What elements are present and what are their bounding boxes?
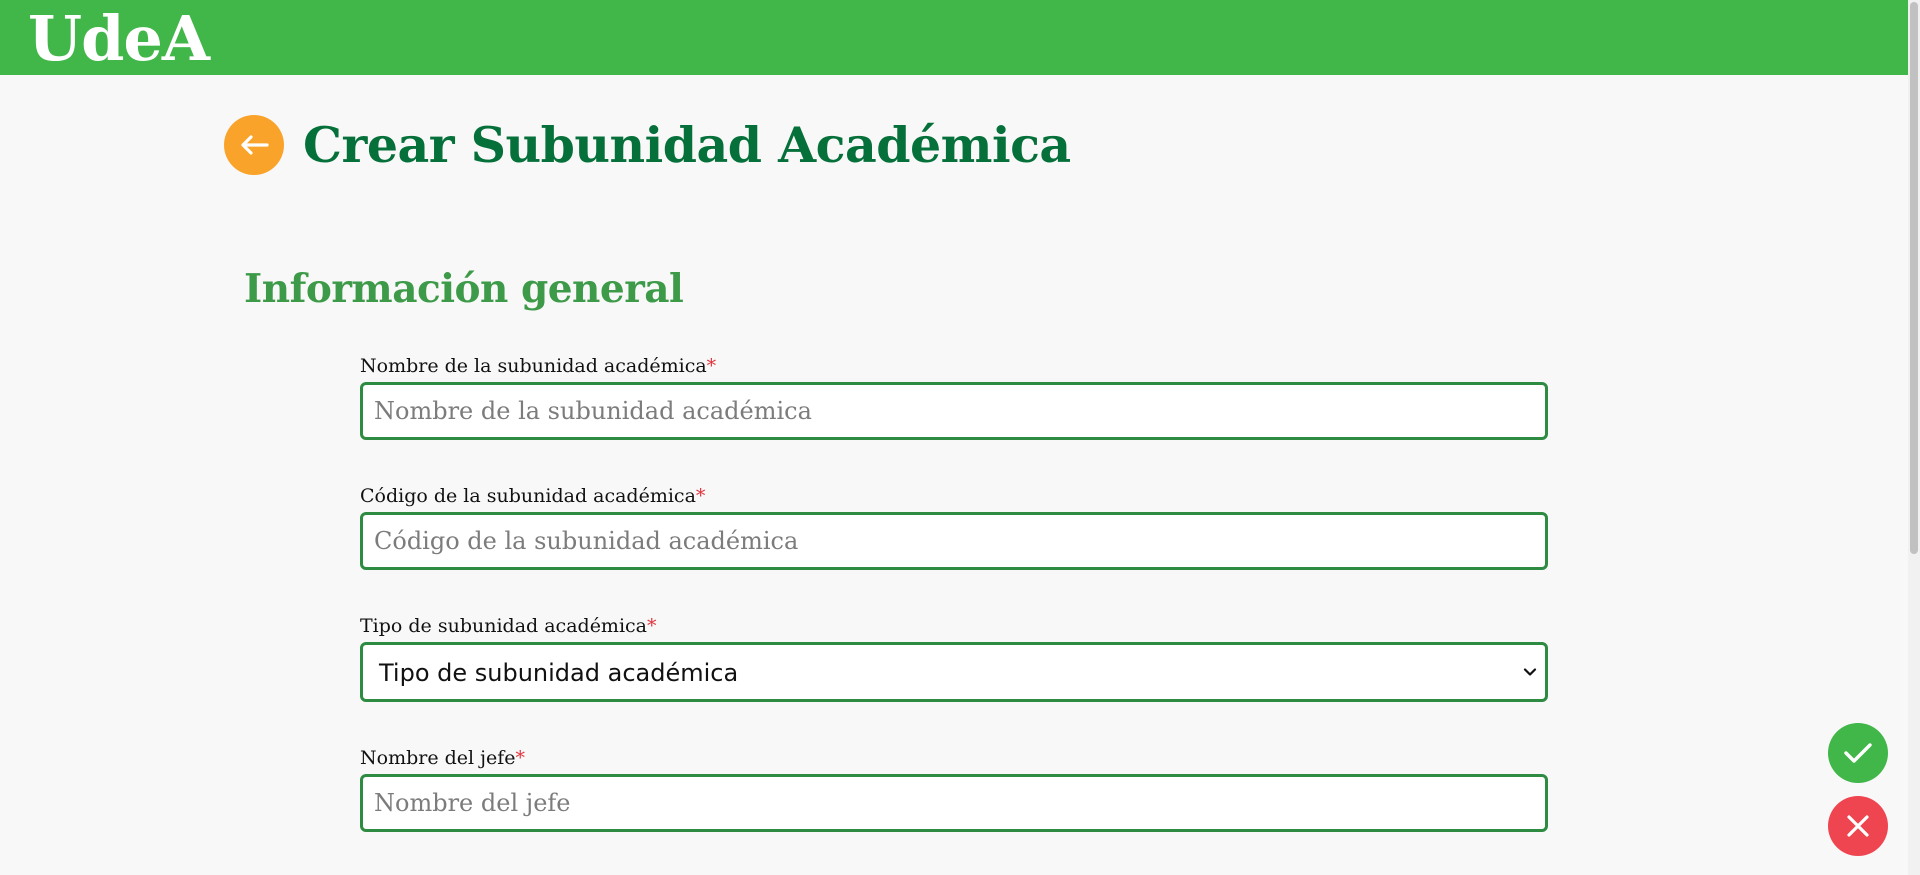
- nombre-jefe-label: Nombre del jefe*: [360, 746, 1548, 770]
- back-button[interactable]: [224, 115, 284, 175]
- required-marker: *: [695, 485, 706, 507]
- page-title: Crear Subunidad Académica: [303, 116, 1071, 174]
- nombre-subunidad-field: Nombre de la subunidad académica*: [360, 354, 1548, 440]
- nombre-jefe-field: Nombre del jefe*: [360, 746, 1548, 832]
- tipo-subunidad-label: Tipo de subunidad académica*: [360, 614, 1548, 638]
- codigo-subunidad-input[interactable]: [360, 512, 1548, 570]
- close-icon: [1847, 815, 1869, 837]
- checkmark-icon: [1844, 743, 1872, 763]
- codigo-subunidad-label: Código de la subunidad académica*: [360, 484, 1548, 508]
- udea-logo[interactable]: UdeA: [28, 4, 210, 74]
- required-marker: *: [515, 747, 526, 769]
- required-marker: *: [647, 615, 657, 637]
- nombre-jefe-input[interactable]: [360, 774, 1548, 832]
- codigo-subunidad-field: Código de la subunidad académica*: [360, 484, 1548, 570]
- arrow-left-icon: [241, 135, 269, 155]
- nombre-subunidad-label-text: Nombre de la subunidad académica: [360, 355, 707, 377]
- codigo-subunidad-label-text: Código de la subunidad académica: [360, 485, 696, 507]
- top-header-bar: UdeA: [0, 0, 1920, 75]
- tipo-subunidad-select[interactable]: Tipo de subunidad académica: [360, 642, 1548, 702]
- tipo-subunidad-selected-value: Tipo de subunidad académica: [379, 659, 739, 687]
- cancel-button[interactable]: [1828, 796, 1888, 856]
- page-scrollbar[interactable]: [1908, 0, 1920, 875]
- nombre-subunidad-input[interactable]: [360, 382, 1548, 440]
- scrollbar-thumb[interactable]: [1910, 2, 1918, 554]
- tipo-subunidad-label-text: Tipo de subunidad académica: [360, 615, 647, 637]
- tipo-subunidad-field: Tipo de subunidad académica* Tipo de sub…: [360, 614, 1548, 702]
- nombre-subunidad-label: Nombre de la subunidad académica*: [360, 354, 1548, 378]
- confirm-button[interactable]: [1828, 723, 1888, 783]
- section-title: Información general: [244, 266, 684, 312]
- nombre-jefe-label-text: Nombre del jefe: [360, 747, 516, 769]
- required-marker: *: [706, 355, 717, 377]
- chevron-down-icon: [1523, 668, 1537, 676]
